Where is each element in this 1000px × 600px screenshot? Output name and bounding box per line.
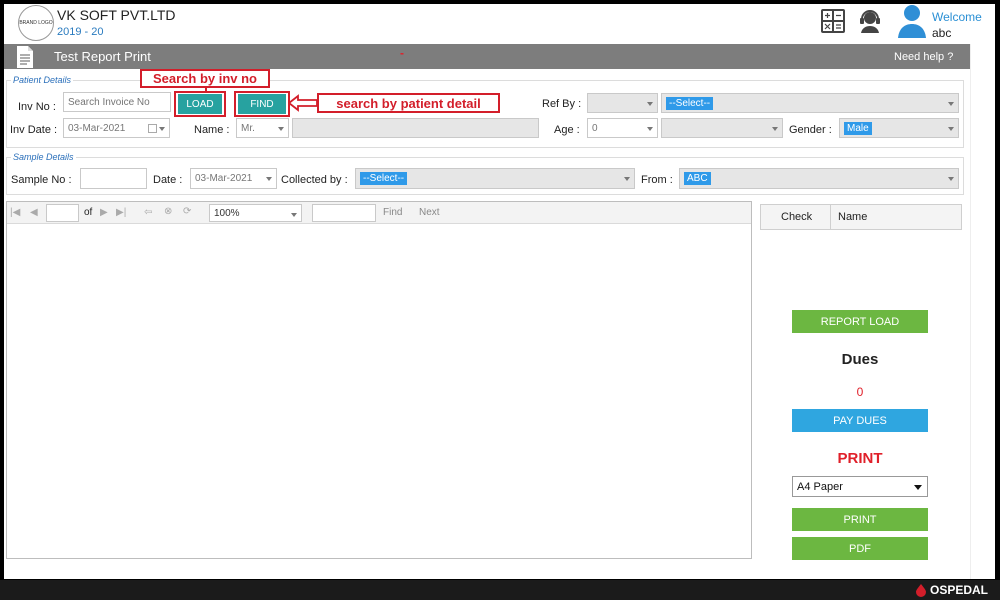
sample-details-legend: Sample Details — [11, 152, 76, 162]
dues-value: 0 — [856, 385, 864, 399]
paper-size-select[interactable]: A4 Paper — [792, 476, 928, 497]
from-label: From : — [641, 174, 673, 186]
ref-by-label: Ref By : — [542, 98, 582, 110]
brand-drop-icon — [916, 584, 926, 597]
chevron-down-icon — [914, 485, 922, 490]
print-button[interactable]: PRINT — [792, 508, 928, 531]
load-button[interactable]: LOAD — [178, 94, 222, 114]
pdf-button[interactable]: PDF — [792, 537, 928, 560]
col-name[interactable]: Name — [838, 211, 867, 223]
brand-name: OSPEDAL — [930, 583, 989, 597]
from-value: ABC — [684, 172, 711, 185]
find-button[interactable]: FIND — [238, 94, 286, 114]
header-divider — [830, 205, 831, 229]
report-load-button[interactable]: REPORT LOAD — [792, 310, 928, 333]
viewer-find-input[interactable] — [312, 204, 376, 222]
collected-by-value: --Select-- — [360, 172, 408, 185]
help-link[interactable]: Need help ? — [894, 51, 953, 63]
first-page-icon[interactable]: |◀ — [10, 207, 20, 218]
dues-title: Dues — [841, 351, 879, 368]
title-marker: - — [400, 46, 404, 60]
from-select[interactable]: ABC — [679, 168, 959, 189]
viewer-next-link[interactable]: Next — [419, 207, 440, 218]
gender-label: Gender : — [789, 124, 832, 136]
report-viewer[interactable] — [6, 201, 752, 559]
age-label: Age : — [554, 124, 580, 136]
sample-date-value: 03-Mar-2021 — [195, 173, 253, 184]
gender-select[interactable]: Male — [839, 118, 959, 138]
calendar-icon[interactable] — [148, 124, 157, 133]
annotation-arrow-icon — [288, 94, 318, 112]
sample-no-input[interactable] — [80, 168, 147, 189]
name-label: Name : — [194, 124, 230, 136]
zoom-value: 100% — [214, 207, 240, 219]
inv-date-label: Inv Date : — [10, 124, 58, 136]
right-gutter — [970, 44, 995, 579]
next-page-icon[interactable]: ▶ — [100, 207, 108, 218]
age-select[interactable]: 0 — [587, 118, 658, 138]
ref-by-value: --Select-- — [666, 96, 714, 110]
inv-date-picker[interactable]: 03-Mar-2021 — [63, 118, 170, 138]
company-name: VK SOFT PVT.LTD — [57, 7, 176, 23]
footer-bar — [0, 580, 1000, 600]
invoice-search-input[interactable] — [63, 92, 171, 112]
title-value: Mr. — [241, 122, 255, 134]
inv-no-label: Inv No : — [18, 101, 56, 113]
logo-text: BRAND LOGO — [19, 20, 53, 26]
collected-by-label: Collected by : — [281, 174, 348, 186]
page-of-label: of — [84, 207, 93, 218]
collected-by-select[interactable]: --Select-- — [355, 168, 635, 189]
gender-value: Male — [844, 121, 872, 135]
title-select[interactable]: Mr. — [236, 118, 289, 138]
calculator-icon[interactable] — [820, 8, 846, 34]
sample-date-select[interactable]: 03-Mar-2021 — [190, 168, 277, 189]
col-check[interactable]: Check — [781, 211, 812, 223]
inv-date-value: 03-Mar-2021 — [68, 122, 126, 134]
paper-size-value: A4 Paper — [797, 480, 843, 493]
page-number-input[interactable] — [46, 204, 79, 222]
sample-no-label: Sample No : — [11, 174, 72, 186]
viewer-find-link[interactable]: Find — [383, 207, 402, 218]
annotation-connector — [205, 86, 207, 92]
financial-year[interactable]: 2019 - 20 — [57, 26, 103, 38]
support-headset-icon[interactable] — [857, 8, 883, 34]
back-icon[interactable]: ⇦ — [144, 207, 152, 218]
age-unit-select[interactable] — [661, 118, 783, 138]
welcome-label: Welcome — [932, 10, 982, 24]
ref-by-select[interactable]: --Select-- — [661, 93, 959, 113]
last-page-icon[interactable]: ▶| — [116, 207, 126, 218]
ref-by-code-select[interactable] — [587, 93, 658, 113]
refresh-icon[interactable]: ⟳ — [183, 206, 191, 217]
document-icon — [17, 46, 33, 68]
annotation-search-patient: search by patient detail — [317, 93, 500, 113]
print-title: PRINT — [837, 450, 883, 467]
sample-date-label: Date : — [153, 174, 183, 186]
user-name: abc — [932, 26, 952, 40]
zoom-select[interactable]: 100% — [209, 204, 302, 222]
patient-name-input[interactable] — [292, 118, 539, 138]
user-avatar-icon[interactable] — [897, 4, 927, 38]
patient-details-legend: Patient Details — [11, 75, 74, 85]
app-window: BRAND LOGO VK SOFT PVT.LTD 2019 - 20 Wel… — [4, 4, 995, 579]
age-value: 0 — [592, 122, 598, 134]
pay-dues-button[interactable]: PAY DUES — [792, 409, 928, 432]
stop-icon[interactable]: ⊗ — [164, 206, 172, 217]
prev-page-icon[interactable]: ◀ — [30, 207, 38, 218]
company-logo: BRAND LOGO — [18, 5, 54, 41]
page-title: Test Report Print — [54, 49, 151, 64]
